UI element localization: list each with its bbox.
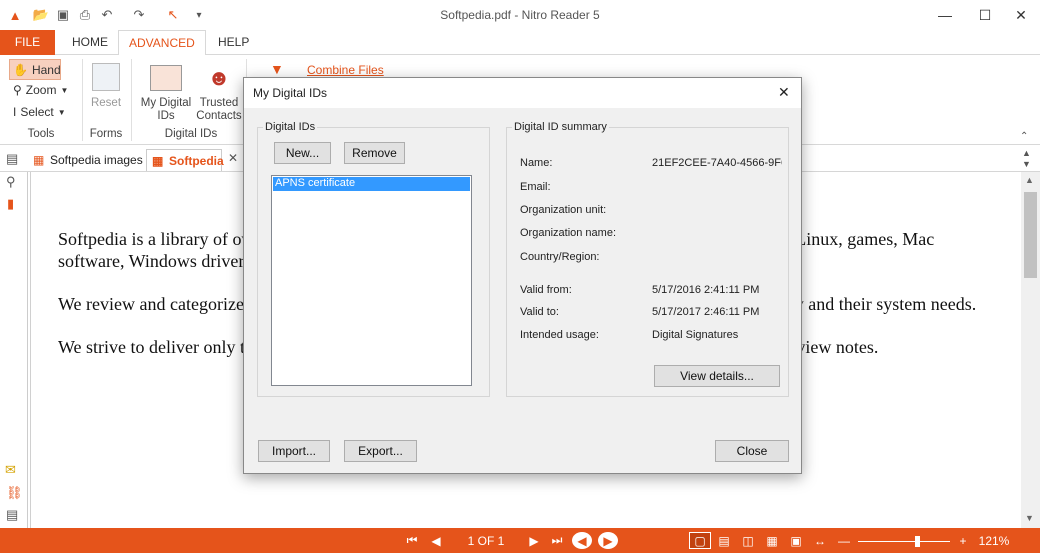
last-page-icon[interactable]: ⏭ [548,532,566,549]
chevron-down-icon[interactable]: ▼ [1022,159,1031,169]
facing-view-icon[interactable]: ◫ [738,532,758,549]
contacts-icon: ☻ [207,65,231,90]
tab-help[interactable]: HELP [208,30,259,55]
vertical-scrollbar[interactable]: ▲ ▼ [1021,172,1040,528]
forms-group-label: Forms [89,128,123,140]
zoom-tool-button[interactable]: ⚲ Zoom ▼ [13,83,68,97]
valid-to-value: 5/17/2017 2:46:11 PM [652,306,760,318]
title-bar: ▲ 📂 ▣ ⎙ ↶ ↷ ↖ ▾ Softpedia.pdf - Nitro Re… [0,0,1040,30]
zoom-icon: ⚲ [13,83,22,97]
digital-ids-group-label: Digital IDs [263,121,318,133]
import-button[interactable]: Import... [258,440,330,462]
remove-id-button[interactable]: Remove [344,142,405,164]
next-view-icon[interactable]: ▶ [598,532,618,549]
organization-name-label: Organization name: [520,227,616,239]
zoom-slider-thumb[interactable] [915,536,921,547]
trusted-contacts-button[interactable]: Trusted Contacts [195,97,243,123]
page-indicator[interactable]: 1 OF 1 [458,532,514,549]
window-title: Softpedia.pdf - Nitro Reader 5 [440,8,600,22]
list-item[interactable]: APNS certificate [273,177,470,191]
digital-id-card-icon [150,65,182,91]
valid-to-label: Valid to: [520,306,559,318]
single-page-view-icon[interactable]: ▢ [689,532,711,549]
intended-usage-value: Digital Signatures [652,329,739,341]
reset-form-icon [92,63,120,91]
reset-button[interactable]: Reset [82,97,130,109]
select-tool-button[interactable]: I Select ▼ [13,105,66,119]
continuous-facing-view-icon[interactable]: ▦ [762,532,782,549]
dialog-title: My Digital IDs [253,86,328,100]
scroll-thumb[interactable] [1024,192,1037,278]
zoom-in-icon[interactable]: + [956,532,970,549]
chevron-up-icon[interactable]: ▲ [1022,148,1031,158]
hand-label: Hand [31,62,61,77]
output-icon[interactable]: ▤ [6,507,18,523]
scroll-down-icon[interactable]: ▼ [1025,513,1034,523]
tab-file[interactable]: FILE [0,30,55,55]
chevron-down-icon: ▼ [57,107,66,117]
close-tab-icon[interactable]: ✕ [228,151,238,165]
doc-tab-label: Softpedia images [50,153,143,167]
full-screen-icon[interactable]: ▣ [786,532,806,549]
email-label: Email: [520,181,551,193]
pdf-file-icon: ▦ [33,153,45,167]
tools-group-label: Tools [27,128,55,140]
fit-width-icon[interactable]: ↔ [810,532,830,549]
comments-icon[interactable]: ✉ [5,462,16,478]
scroll-up-icon[interactable]: ▲ [1025,175,1034,185]
close-window-button[interactable]: ✕ [1006,4,1036,26]
zoom-out-icon[interactable]: — [834,532,854,549]
ribbon-divider [131,59,132,141]
combine-files-icon: ▼ [270,61,284,77]
dialog-close-button[interactable]: Close [715,440,789,462]
dialog-close-icon[interactable]: ✕ [778,84,790,101]
doc-tab-softpedia[interactable]: ▦ Softpedia [146,149,224,171]
organization-unit-label: Organization unit: [520,204,607,216]
pdf-file-icon: ▦ [152,154,164,168]
text-cursor-icon: I [13,105,17,119]
country-region-label: Country/Region: [520,251,600,263]
intended-usage-label: Intended usage: [520,329,599,341]
my-digital-ids-dialog: My Digital IDs ✕ Digital IDs New... Remo… [243,77,802,474]
hand-icon: ✋ [13,62,28,77]
doc-tab-softpedia-images[interactable]: ▦ Softpedia images [28,149,150,171]
bookmark-icon[interactable]: ▮ [7,196,14,212]
attachments-icon[interactable]: ⛓ [6,485,23,501]
maximize-button[interactable]: ☐ [970,4,1000,26]
ribbon-tabs: FILE HOME ADVANCED HELP [0,30,1040,56]
view-details-button[interactable]: View details... [654,365,780,387]
next-page-icon[interactable]: ▶ [526,532,542,549]
name-value: 21EF2CEE-7A40-4566-9F6 [652,157,782,169]
zoom-level[interactable]: 121% [976,532,1012,549]
combine-files-button[interactable]: Combine Files [307,63,384,77]
tab-advanced[interactable]: ADVANCED [118,30,206,56]
left-panel-rail: ⚲ ▮ ✉ ⛓ ▤ [0,172,28,528]
zoom-slider[interactable] [858,536,950,547]
my-digital-ids-button[interactable]: My Digital IDs [136,97,196,123]
valid-from-value: 5/17/2016 2:41:11 PM [652,284,760,296]
dialog-title-bar: My Digital IDs ✕ [244,78,801,108]
chevron-down-icon: ▼ [60,85,69,95]
zoom-label: Zoom [25,83,57,97]
first-page-icon[interactable]: ⏮ [404,532,420,549]
pages-panel-icon[interactable]: ▤ [6,151,18,167]
new-id-button[interactable]: New... [274,142,331,164]
hand-tool-button[interactable]: ✋ Hand [9,59,61,80]
digital-ids-group-label: Digital IDs [164,128,218,140]
previous-page-icon[interactable]: ◀ [428,532,444,549]
export-button[interactable]: Export... [344,440,417,462]
minimize-button[interactable]: — [930,4,960,26]
valid-from-label: Valid from: [520,284,572,296]
select-label: Select [20,105,54,119]
collapse-ribbon-icon[interactable]: ⌃ [1020,131,1028,142]
digital-ids-list[interactable]: APNS certificate [271,175,472,386]
summary-group-label: Digital ID summary [512,121,609,133]
continuous-view-icon[interactable]: ▤ [714,532,734,549]
tab-home[interactable]: HOME [62,30,118,55]
search-document-icon[interactable]: ⚲ [6,174,16,190]
doc-tab-label: Softpedia [169,154,224,168]
name-label: Name: [520,157,553,169]
previous-view-icon[interactable]: ◀ [572,532,592,549]
status-bar: ⏮ ◀ 1 OF 1 ▶ ⏭ ◀ ▶ ▢ ▤ ◫ ▦ ▣ ↔ — + 121% [0,528,1040,553]
